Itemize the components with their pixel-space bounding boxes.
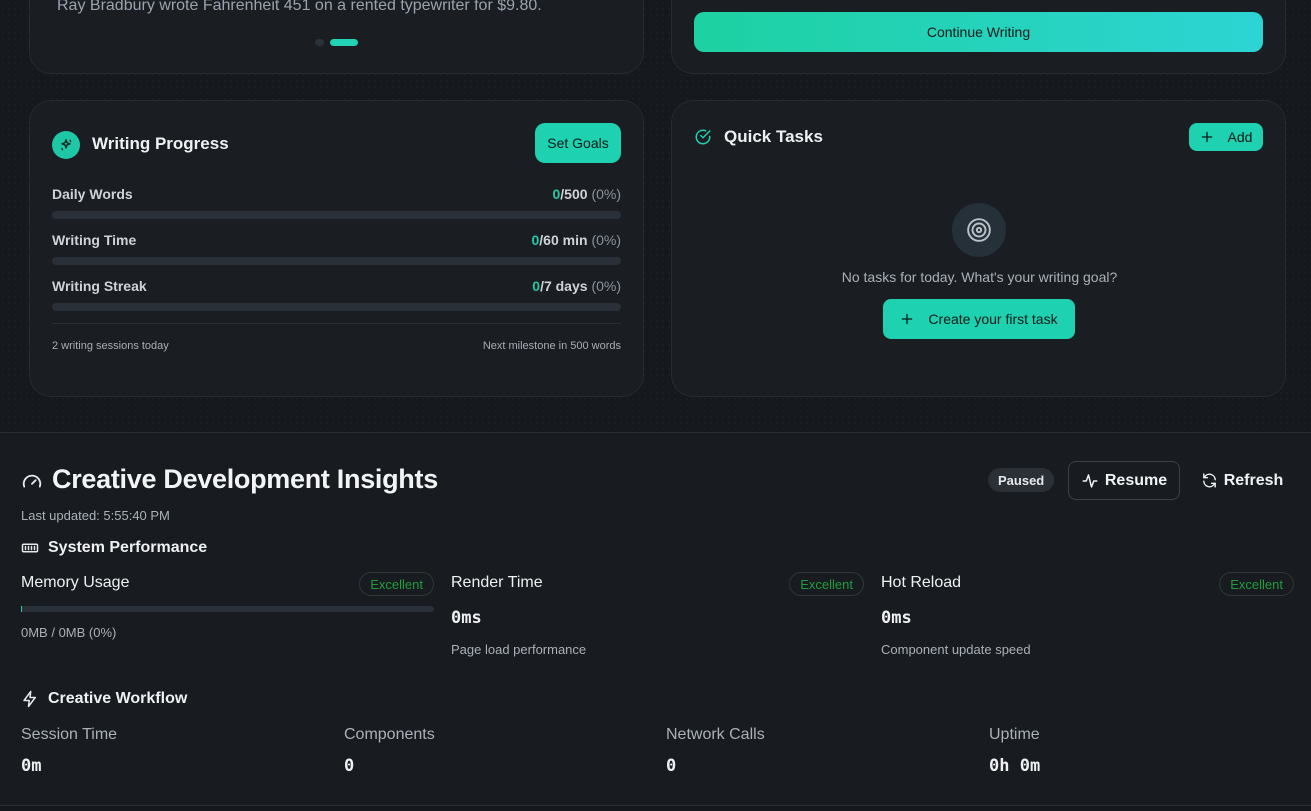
carousel-dot-active[interactable] [330,39,358,46]
progress-bar [52,303,621,311]
metric-label: Writing Time [52,232,137,248]
session-time-stat: Session Time 0m [21,726,321,776]
network-calls-stat: Network Calls 0 [666,726,966,776]
refresh-button[interactable]: Refresh [1192,461,1292,500]
writing-time-metric: Writing Time 0/60 min (0%) [52,232,621,265]
status-badge: Paused [988,468,1055,492]
stat-label: Session Time [21,726,118,743]
uptime-stat: Uptime 0h 0m [989,726,1289,776]
memory-usage-bar [21,606,434,612]
stat-value: 0 [666,756,677,776]
refresh-icon [1202,473,1216,488]
plus-icon [1201,131,1212,143]
writing-progress-card: Writing Progress Set Goals Daily Words 0… [29,100,644,397]
carousel-dots [315,39,358,46]
status-badge: Excellent [359,572,434,596]
writing-fact-card: Ray Bradbury wrote Fahrenheit 451 on a r… [29,0,644,74]
creative-insights-panel: Creative Development Insights Paused Res… [0,432,1311,806]
writing-streak-metric: Writing Streak 0/7 days (0%) [52,278,621,311]
status-badge: Excellent [789,572,864,596]
memory-chip-icon [21,543,39,553]
daily-words-metric: Daily Words 0/500 (0%) [52,186,621,219]
stat-value: 0 [344,756,355,776]
refresh-label: Refresh [1223,471,1284,489]
writing-progress-title: Writing Progress [92,134,229,153]
memory-usage-metric: Memory Usage Excellent 0MB / 0MB (0%) [21,572,434,640]
render-time-metric: Render Time Excellent 0ms Page load perf… [451,572,864,657]
gauge-icon [22,474,42,488]
lightning-icon [23,690,36,708]
status-badge: Excellent [1219,572,1294,596]
empty-state-text: No tasks for today. What's your writing … [841,269,1118,285]
memory-usage-text: 0MB / 0MB (0%) [21,625,117,640]
continue-writing-card: Continue Writing [671,0,1286,74]
resume-label: Resume [1104,471,1168,489]
sparkle-icon [52,131,80,159]
components-stat: Components 0 [344,726,644,776]
metric-value: 0/7 days (0%) [532,278,621,294]
milestone-text: Next milestone in 500 words [482,340,621,352]
metric-label: Daily Words [52,186,133,202]
fact-text: Ray Bradbury wrote Fahrenheit 451 on a r… [57,0,542,14]
system-performance-heading: System Performance [21,539,207,557]
last-updated-text: Last updated: 5:55:40 PM [21,508,170,523]
activity-icon [1082,473,1098,488]
add-task-button[interactable]: Add [1189,123,1263,151]
carousel-dot[interactable] [315,39,324,46]
render-time-desc: Page load performance [451,642,587,657]
create-first-task-button[interactable]: Create your first task [883,299,1075,339]
hot-reload-value: 0ms [881,608,912,628]
metric-value: 0/60 min (0%) [531,232,622,248]
quick-tasks-title: Quick Tasks [724,127,823,146]
add-task-label: Add [1227,129,1253,145]
quick-tasks-card: Quick Tasks Add No tasks for today. What… [671,100,1286,397]
divider [52,323,621,324]
stat-label: Network Calls [666,726,765,743]
progress-bar [52,257,621,265]
sessions-text: 2 writing sessions today [52,340,169,352]
hot-reload-metric: Hot Reload Excellent 0ms Component updat… [881,572,1294,657]
hot-reload-desc: Component update speed [881,642,1031,657]
resume-button[interactable]: Resume [1068,461,1180,500]
progress-bar [52,211,621,219]
metric-label: Writing Streak [52,278,147,294]
insights-title: Creative Development Insights [52,464,438,494]
plus-icon [902,313,913,325]
target-icon [967,218,991,242]
metric-value: 0/500 (0%) [552,186,622,202]
set-goals-button[interactable]: Set Goals [535,123,621,163]
stat-label: Uptime [989,726,1040,743]
stat-value: 0m [21,756,42,776]
stat-value: 0h 0m [989,756,1041,776]
render-time-value: 0ms [451,608,482,628]
creative-workflow-heading: Creative Workflow [21,690,187,708]
target-icon-wrap [952,203,1006,257]
continue-writing-button[interactable]: Continue Writing [694,12,1263,52]
create-first-task-label: Create your first task [928,311,1058,327]
stat-label: Components [344,726,435,743]
check-circle-icon [695,129,711,145]
